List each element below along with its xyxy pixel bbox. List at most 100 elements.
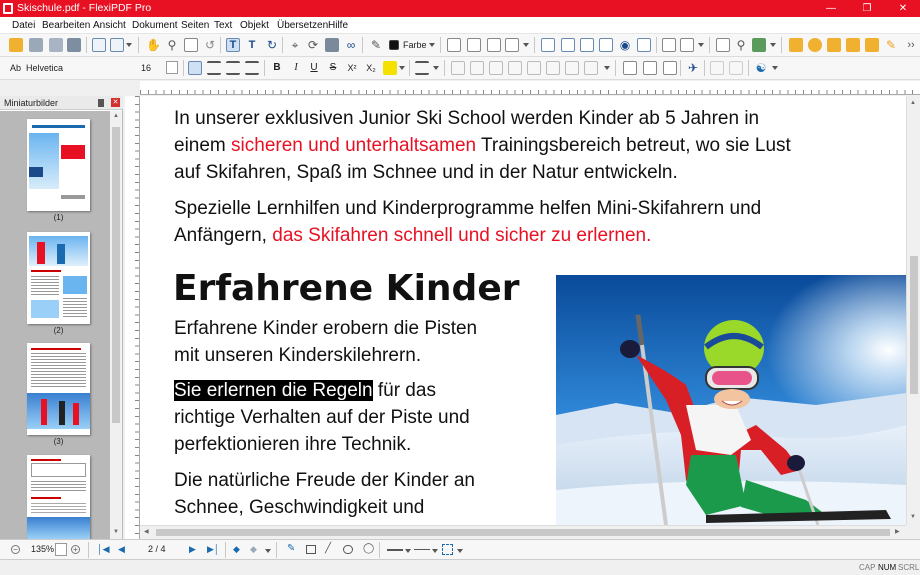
close-button[interactable]: ✕ [888, 0, 918, 17]
thumbnail-page-3[interactable] [27, 343, 90, 435]
paragraph-1-line-2[interactable]: einem sicheren und unterhaltsamen Traini… [174, 132, 791, 159]
subscript-icon[interactable]: X₂ [364, 61, 378, 75]
text-highlight-icon[interactable] [383, 61, 397, 75]
color-label[interactable]: Farbe [403, 40, 427, 51]
menu-bearbeiten[interactable]: Bearbeiten [42, 19, 90, 32]
attach-icon[interactable] [846, 38, 860, 52]
rectangle-icon[interactable] [306, 545, 316, 554]
justify-icon[interactable] [245, 61, 259, 75]
checkbox-field-icon[interactable] [580, 38, 594, 52]
minimize-button[interactable]: — [816, 0, 846, 17]
save-icon[interactable] [29, 38, 43, 52]
text-tool-icon[interactable]: T [226, 38, 240, 52]
zoom-icon[interactable]: ⚲ [165, 38, 179, 52]
skier-photo[interactable] [556, 275, 906, 525]
edit-doc-icon[interactable] [623, 61, 637, 75]
bold-icon[interactable]: B [270, 61, 284, 75]
align-obj-1-icon[interactable] [451, 61, 465, 75]
form-icon[interactable] [447, 38, 461, 52]
align-obj-5-icon[interactable] [527, 61, 541, 75]
menu-dokument[interactable]: Dokument [132, 19, 178, 32]
combo-field-icon[interactable] [637, 38, 651, 52]
italic-icon[interactable]: I [289, 61, 303, 75]
thumbnail-page-1[interactable] [27, 119, 90, 211]
maximize-button[interactable]: ❐ [852, 0, 882, 17]
highlight-annot-icon[interactable] [865, 38, 879, 52]
polygon-icon[interactable]: ◯ [363, 543, 374, 555]
page-zoom-icon[interactable]: ⚲ [734, 38, 748, 52]
section-heading[interactable]: Erfahrene Kinder [173, 268, 519, 310]
crop-icon[interactable]: ⌖ [288, 38, 302, 52]
paragraph-4-line-3[interactable]: perfektionieren ihre Technik. [174, 431, 411, 458]
prev-page-icon[interactable]: ◀ [118, 544, 125, 555]
zoom-dropdown[interactable] [55, 543, 67, 556]
text-flow-icon[interactable]: ↻ [265, 38, 279, 52]
image-icon[interactable] [467, 38, 481, 52]
align-right-icon[interactable] [226, 61, 240, 75]
last-page-icon[interactable]: ▶│ [207, 544, 220, 555]
page-view-icon[interactable] [92, 38, 106, 52]
thumbnail-page-4[interactable] [27, 455, 90, 539]
panel-close-icon[interactable]: ✕ [111, 98, 120, 107]
first-page-icon[interactable]: │◀ [97, 544, 110, 555]
menu-objekt[interactable]: Objekt [240, 19, 269, 32]
paragraph-4-line-2[interactable]: richtige Verhalten auf der Piste und [174, 404, 470, 431]
underline-icon[interactable]: U [307, 61, 321, 75]
comment-icon[interactable] [808, 38, 822, 52]
picture-icon[interactable] [752, 38, 766, 52]
list-field-icon[interactable] [599, 38, 613, 52]
text-field-icon[interactable] [541, 38, 555, 52]
note-icon[interactable] [789, 38, 803, 52]
align-obj-2-icon[interactable] [470, 61, 484, 75]
align-left-icon[interactable] [188, 61, 202, 75]
text-add-icon[interactable]: T [245, 38, 259, 52]
document-vertical-scroll-thumb[interactable] [910, 256, 918, 394]
split-icon[interactable] [729, 61, 743, 75]
line-width-icon[interactable] [414, 549, 430, 550]
forward-view-icon[interactable]: ◆ [250, 544, 257, 555]
edit-page-icon[interactable] [487, 38, 501, 52]
font-size-field[interactable]: 16 [136, 60, 180, 76]
camera-icon[interactable] [325, 38, 339, 52]
paragraph-4-line-1[interactable]: Sie erlernen die Regeln für das [174, 377, 436, 404]
toolbar-overflow-icon[interactable]: ›› [904, 38, 918, 52]
paragraph-3-line-1[interactable]: Erfahrene Kinder erobern die Pisten [174, 315, 477, 342]
line-icon[interactable]: ╱ [325, 543, 331, 555]
check-doc-icon[interactable] [643, 61, 657, 75]
button-field-icon[interactable] [561, 38, 575, 52]
menu-datei[interactable]: Datei [12, 19, 35, 32]
zoom-in-icon[interactable]: + [71, 545, 80, 554]
grid-icon[interactable] [442, 544, 453, 555]
thumbnail-page-2[interactable] [27, 232, 90, 324]
rotate-icon[interactable]: ⟳ [306, 38, 320, 52]
selected-text[interactable]: Sie erlernen die Regeln [174, 380, 373, 401]
check-page-icon[interactable] [505, 38, 519, 52]
stamp-icon[interactable] [827, 38, 841, 52]
pdf-page-icon[interactable] [716, 38, 730, 52]
strikethrough-icon[interactable]: S [326, 61, 340, 75]
layout-icon[interactable] [110, 38, 124, 52]
form-edit-icon[interactable] [662, 38, 676, 52]
menu-text[interactable]: Text [214, 19, 232, 32]
menu-ansicht[interactable]: Ansicht [93, 19, 126, 32]
eyedropper-icon[interactable]: ✎ [369, 38, 383, 52]
plane-icon[interactable]: ✈ [686, 61, 700, 75]
select-icon[interactable] [184, 38, 198, 52]
align-obj-7-icon[interactable] [565, 61, 579, 75]
document-horizontal-scrollbar[interactable]: ◀ ▶ [140, 525, 906, 539]
print-icon[interactable] [67, 38, 81, 52]
paragraph-2-line-1[interactable]: Spezielle Lernhilfen und Kinderprogramme… [174, 195, 761, 222]
align-obj-4-icon[interactable] [508, 61, 522, 75]
translate-icon[interactable]: ☯ [754, 61, 768, 75]
line-spacing-icon[interactable] [415, 61, 429, 75]
paragraph-1-line-1[interactable]: In unserer exklusiven Junior Ski School … [174, 105, 759, 132]
align-center-icon[interactable] [207, 61, 221, 75]
back-view-icon[interactable]: ◆ [233, 544, 240, 555]
radio-field-icon[interactable]: ◉ [618, 38, 632, 52]
line-style-icon[interactable] [387, 549, 403, 551]
document-horizontal-scroll-thumb[interactable] [156, 529, 890, 536]
link-icon[interactable]: ∞ [344, 38, 358, 52]
form-check-icon[interactable] [680, 38, 694, 52]
pencil-icon[interactable]: ✎ [287, 543, 295, 555]
open-icon[interactable] [9, 38, 23, 52]
